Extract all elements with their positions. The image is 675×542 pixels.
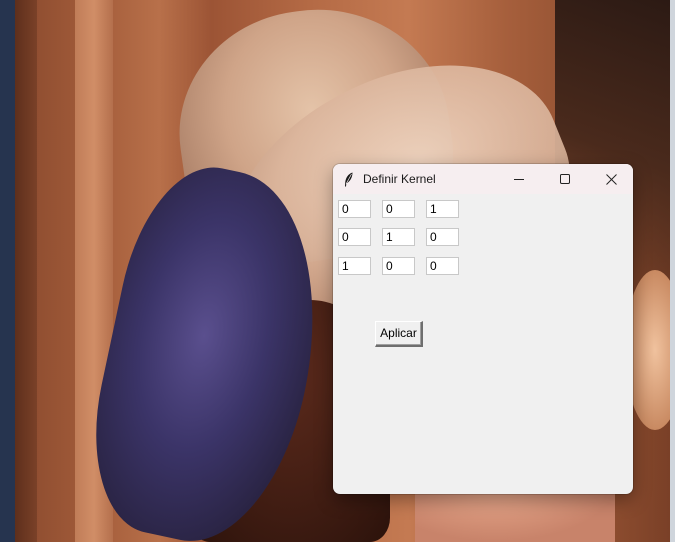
- maximize-button[interactable]: [542, 164, 588, 194]
- desktop: Definir Kernel 0 0 1 0 1 0 1 0 0 Aplicar: [0, 0, 675, 542]
- close-button[interactable]: [588, 164, 633, 194]
- window-title: Definir Kernel: [363, 172, 436, 186]
- kernel-cell-2-0[interactable]: 1: [338, 257, 371, 275]
- minimize-icon: [514, 179, 524, 180]
- kernel-cell-1-0[interactable]: 0: [338, 228, 371, 246]
- kernel-cell-0-0[interactable]: 0: [338, 200, 371, 218]
- maximize-icon: [560, 174, 570, 184]
- kernel-form: 0 0 1 0 1 0 1 0 0 Aplicar: [333, 194, 633, 494]
- close-icon: [605, 173, 617, 185]
- kernel-dialog: Definir Kernel 0 0 1 0 1 0 1 0 0 Aplicar: [333, 164, 633, 494]
- title-bar[interactable]: Definir Kernel: [333, 164, 633, 194]
- kernel-cell-2-2[interactable]: 0: [426, 257, 459, 275]
- kernel-cell-0-1[interactable]: 0: [382, 200, 415, 218]
- minimize-button[interactable]: [496, 164, 542, 194]
- apply-button[interactable]: Aplicar: [375, 321, 423, 347]
- window-edge: [670, 0, 675, 542]
- feather-icon: [342, 171, 356, 187]
- photo-left-shadow: [15, 0, 37, 542]
- kernel-cell-1-1[interactable]: 1: [382, 228, 415, 246]
- kernel-cell-0-2[interactable]: 1: [426, 200, 459, 218]
- kernel-cell-2-1[interactable]: 0: [382, 257, 415, 275]
- kernel-cell-1-2[interactable]: 0: [426, 228, 459, 246]
